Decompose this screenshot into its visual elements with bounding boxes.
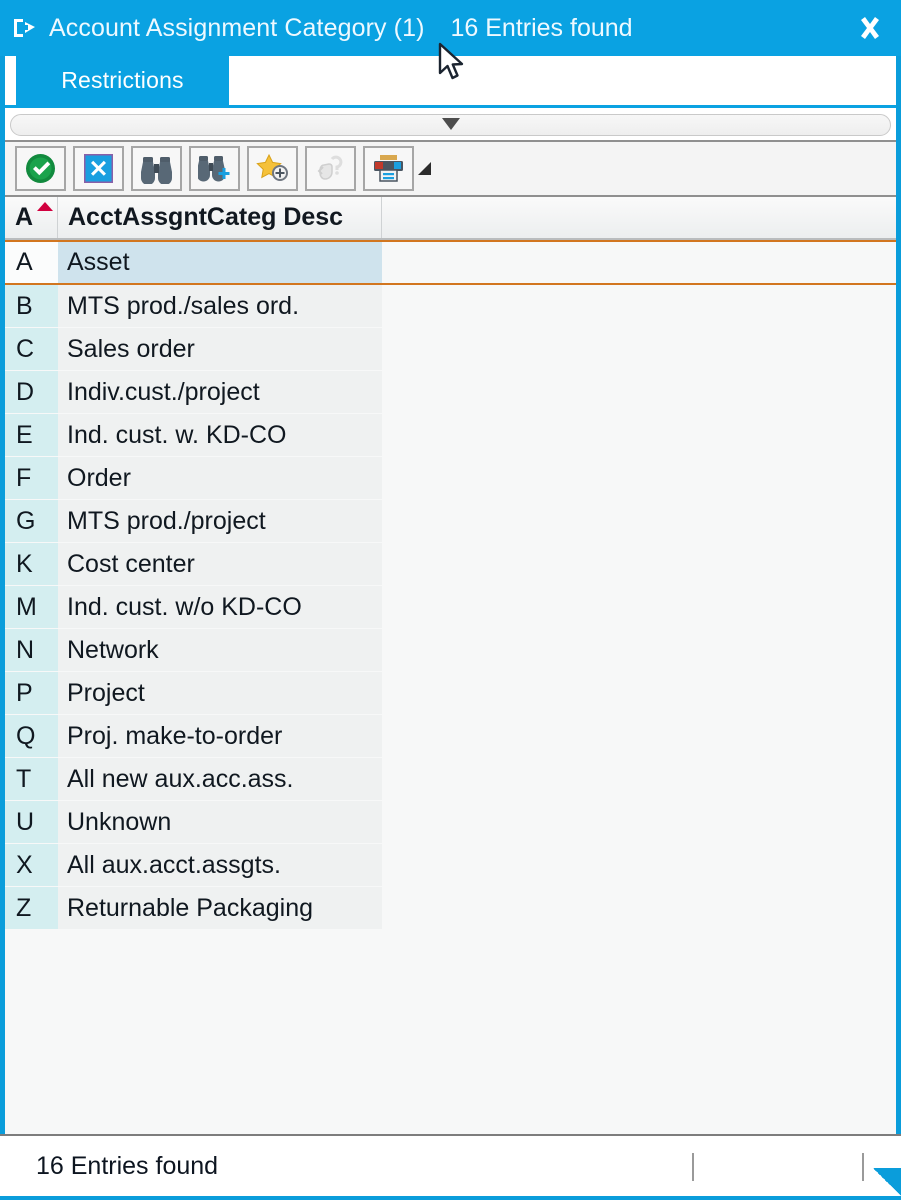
binoculars-plus-icon [198, 153, 231, 184]
cell-description[interactable]: Returnable Packaging [58, 887, 382, 929]
cell-key[interactable]: U [5, 801, 58, 843]
table-row[interactable]: F Order [5, 457, 896, 500]
help-button [305, 146, 356, 191]
table-row[interactable]: T All new aux.acc.ass. [5, 758, 896, 801]
cell-description[interactable]: All aux.acct.assgts. [58, 844, 382, 886]
tab-restrictions-label: Restrictions [61, 67, 184, 93]
star-plus-icon [256, 153, 289, 184]
cell-description[interactable]: Order [58, 457, 382, 499]
column-header-key[interactable]: A [5, 197, 58, 238]
cell-description[interactable]: Sales order [58, 328, 382, 370]
status-separator-2 [862, 1153, 864, 1181]
cell-description[interactable]: Network [58, 629, 382, 671]
table-row[interactable]: X All aux.acct.assgts. [5, 844, 896, 887]
resize-grip-icon[interactable] [873, 1168, 901, 1196]
insert-in-personal-list-button[interactable] [247, 146, 298, 191]
restrictions-collapse-bar[interactable] [10, 114, 891, 136]
tab-restrictions[interactable]: Restrictions [16, 56, 229, 105]
cell-description[interactable]: Unknown [58, 801, 382, 843]
cell-description[interactable]: Ind. cust. w. KD-CO [58, 414, 382, 456]
cell-key[interactable]: N [5, 629, 58, 671]
cell-description[interactable]: Indiv.cust./project [58, 371, 382, 413]
table-row[interactable]: B MTS prod./sales ord. [5, 285, 896, 328]
table-row[interactable]: U Unknown [5, 801, 896, 844]
find-button[interactable] [131, 146, 182, 191]
cell-key[interactable]: Z [5, 887, 58, 929]
exit-arrow-icon [12, 16, 38, 40]
cell-key[interactable]: A [5, 242, 58, 283]
title-bar: Account Assignment Category (1) 16 Entri… [0, 0, 901, 56]
title-entries-count: 16 Entries found [450, 14, 633, 42]
print-menu-caret-icon[interactable] [418, 162, 431, 175]
cell-key[interactable]: G [5, 500, 58, 542]
cell-description[interactable]: Asset [58, 242, 382, 283]
status-bar: 16 Entries found [0, 1134, 901, 1196]
tab-strip: Restrictions [5, 56, 896, 108]
cell-key[interactable]: D [5, 371, 58, 413]
dialog-title: Account Assignment Category (1) [49, 14, 425, 42]
print-group [363, 146, 439, 191]
cell-key[interactable]: B [5, 285, 58, 327]
cell-key[interactable]: P [5, 672, 58, 714]
status-separator-1 [692, 1153, 694, 1181]
copy-button[interactable] [15, 146, 66, 191]
column-header-description[interactable]: AcctAssgntCateg Desc [58, 197, 382, 238]
cell-key[interactable]: K [5, 543, 58, 585]
table-row[interactable]: M Ind. cust. w/o KD-CO [5, 586, 896, 629]
blue-x-square-icon [83, 153, 114, 184]
table-row[interactable]: A Asset [5, 240, 896, 285]
cell-description[interactable]: Project [58, 672, 382, 714]
close-icon[interactable] [853, 11, 887, 45]
cell-key[interactable]: X [5, 844, 58, 886]
cell-description[interactable]: MTS prod./project [58, 500, 382, 542]
table-row[interactable]: G MTS prod./project [5, 500, 896, 543]
cell-description[interactable]: Proj. make-to-order [58, 715, 382, 757]
sort-ascending-icon [37, 202, 53, 211]
binoculars-icon [140, 153, 173, 184]
triangle-down-icon[interactable] [441, 118, 460, 130]
cell-key[interactable]: F [5, 457, 58, 499]
print-button[interactable] [363, 146, 414, 191]
column-header-filler [382, 197, 896, 238]
table-row[interactable]: C Sales order [5, 328, 896, 371]
restrictions-area [5, 108, 896, 140]
results-table: A AcctAssgntCateg Desc A Asset B MTS prod./… [5, 197, 896, 1134]
status-message: 16 Entries found [36, 1151, 219, 1180]
column-header-key-label: A [15, 203, 34, 231]
table-header-row: A AcctAssgntCateg Desc [5, 197, 896, 240]
printer-icon [372, 153, 405, 184]
table-row[interactable]: K Cost center [5, 543, 896, 586]
value-help-dialog: Account Assignment Category (1) 16 Entri… [0, 0, 901, 1200]
table-row[interactable]: P Project [5, 672, 896, 715]
dialog-toolbar [5, 140, 896, 197]
green-check-circle-icon [24, 152, 57, 185]
table-row[interactable]: N Network [5, 629, 896, 672]
table-row[interactable]: Q Proj. make-to-order [5, 715, 896, 758]
table-body: A Asset B MTS prod./sales ord. C Sales order D… [5, 240, 896, 930]
table-row[interactable]: D Indiv.cust./project [5, 371, 896, 414]
table-row[interactable]: E Ind. cust. w. KD-CO [5, 414, 896, 457]
cell-key[interactable]: M [5, 586, 58, 628]
cell-description[interactable]: Cost center [58, 543, 382, 585]
find-next-button[interactable] [189, 146, 240, 191]
cell-key[interactable]: C [5, 328, 58, 370]
column-header-description-label: AcctAssgntCateg Desc [68, 203, 344, 231]
cell-key[interactable]: Q [5, 715, 58, 757]
cell-description[interactable]: Ind. cust. w/o KD-CO [58, 586, 382, 628]
cell-key[interactable]: T [5, 758, 58, 800]
cell-description[interactable]: MTS prod./sales ord. [58, 285, 382, 327]
cancel-button[interactable] [73, 146, 124, 191]
cell-key[interactable]: E [5, 414, 58, 456]
hand-question-icon [315, 154, 346, 184]
cell-description[interactable]: All new aux.acc.ass. [58, 758, 382, 800]
table-row[interactable]: Z Returnable Packaging [5, 887, 896, 930]
